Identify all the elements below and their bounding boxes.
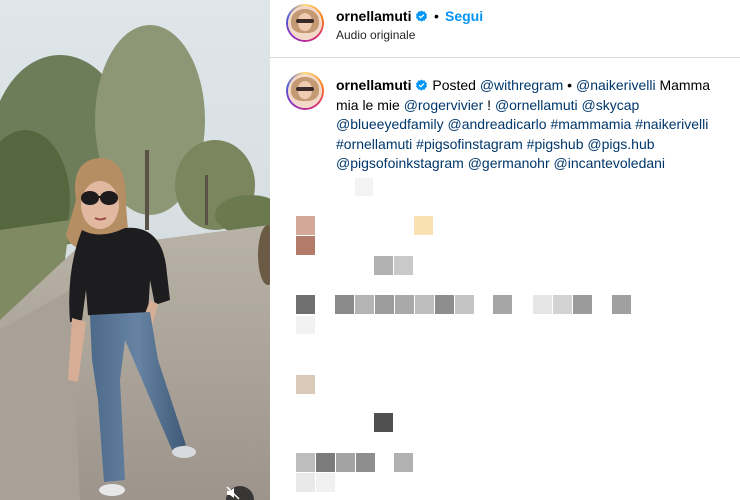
author-username-link[interactable]: ornellamuti xyxy=(336,8,428,24)
blur-block xyxy=(356,453,375,472)
follow-button[interactable]: Segui xyxy=(445,8,483,24)
blur-block xyxy=(316,473,335,492)
blur-block xyxy=(316,453,335,472)
blur-block xyxy=(573,295,592,314)
hashtag-link[interactable]: #naikerivelli xyxy=(635,116,708,132)
blur-block xyxy=(395,295,414,314)
mention-link[interactable]: @rogervivier xyxy=(404,97,484,113)
blur-block xyxy=(533,295,552,314)
mention-link[interactable]: @pigs.hub xyxy=(587,136,654,152)
blur-block xyxy=(296,375,315,394)
mention-link[interactable]: @pigsofoinkstagram xyxy=(336,155,464,171)
caption-username[interactable]: ornellamuti xyxy=(336,77,411,93)
header-separator: • xyxy=(434,8,439,24)
blur-block xyxy=(335,295,354,314)
blur-block xyxy=(394,453,413,472)
hashtag-link[interactable]: #ornellamuti xyxy=(336,136,412,152)
blur-block xyxy=(296,473,315,492)
blur-block xyxy=(336,453,355,472)
blur-block xyxy=(374,413,393,432)
post-video[interactable] xyxy=(0,0,270,500)
hashtag-link[interactable]: #pigsofinstagram xyxy=(416,136,523,152)
blur-block xyxy=(375,295,394,314)
blur-block xyxy=(355,178,373,196)
mention-link[interactable]: @withregram xyxy=(480,77,563,93)
blur-block xyxy=(296,216,315,235)
author-username: ornellamuti xyxy=(336,8,412,24)
mention-link[interactable]: @ornellamuti xyxy=(495,97,578,113)
caption-posted-word: Posted xyxy=(432,77,476,93)
blur-block xyxy=(435,295,454,314)
audio-label-link[interactable]: Audio originale xyxy=(336,28,415,42)
blur-block xyxy=(415,295,434,314)
caption-text-fragment: ! xyxy=(483,96,495,113)
mention-link[interactable]: @andreadicarlo xyxy=(448,116,547,132)
post-caption: ornellamuti Posted @withregram • @naiker… xyxy=(336,76,736,174)
blur-block xyxy=(553,295,572,314)
speaker-muted-icon xyxy=(226,486,240,500)
post-side-panel: ornellamuti • Segui Audio originale orne… xyxy=(270,0,740,500)
blur-block xyxy=(414,216,433,235)
caption-text-fragment: • xyxy=(563,77,576,93)
mention-link[interactable]: @incantevoledani xyxy=(554,155,666,171)
verified-badge-icon xyxy=(416,79,428,91)
author-avatar[interactable] xyxy=(286,4,324,42)
verified-badge-icon xyxy=(416,10,428,22)
mention-link[interactable]: @naikerivelli xyxy=(576,77,656,93)
blur-block xyxy=(612,295,631,314)
hashtag-link[interactable]: #pigshub xyxy=(527,136,584,152)
video-frame xyxy=(0,0,270,500)
blur-block xyxy=(296,236,315,255)
blur-block xyxy=(394,256,413,275)
blur-block xyxy=(296,295,315,314)
blur-block xyxy=(455,295,474,314)
post-header: ornellamuti • Segui Audio originale xyxy=(270,0,740,58)
mention-link[interactable]: @blueeyedfamily xyxy=(336,116,444,132)
caption-author-avatar[interactable] xyxy=(286,72,324,110)
hashtag-link[interactable]: #mammamia xyxy=(550,116,631,132)
blur-block xyxy=(493,295,512,314)
mention-link[interactable]: @skycap xyxy=(582,97,640,113)
blur-block xyxy=(374,256,393,275)
blur-block xyxy=(355,295,374,314)
blur-block xyxy=(296,453,315,472)
blur-block xyxy=(296,316,315,334)
mention-link[interactable]: @germanohr xyxy=(468,155,550,171)
